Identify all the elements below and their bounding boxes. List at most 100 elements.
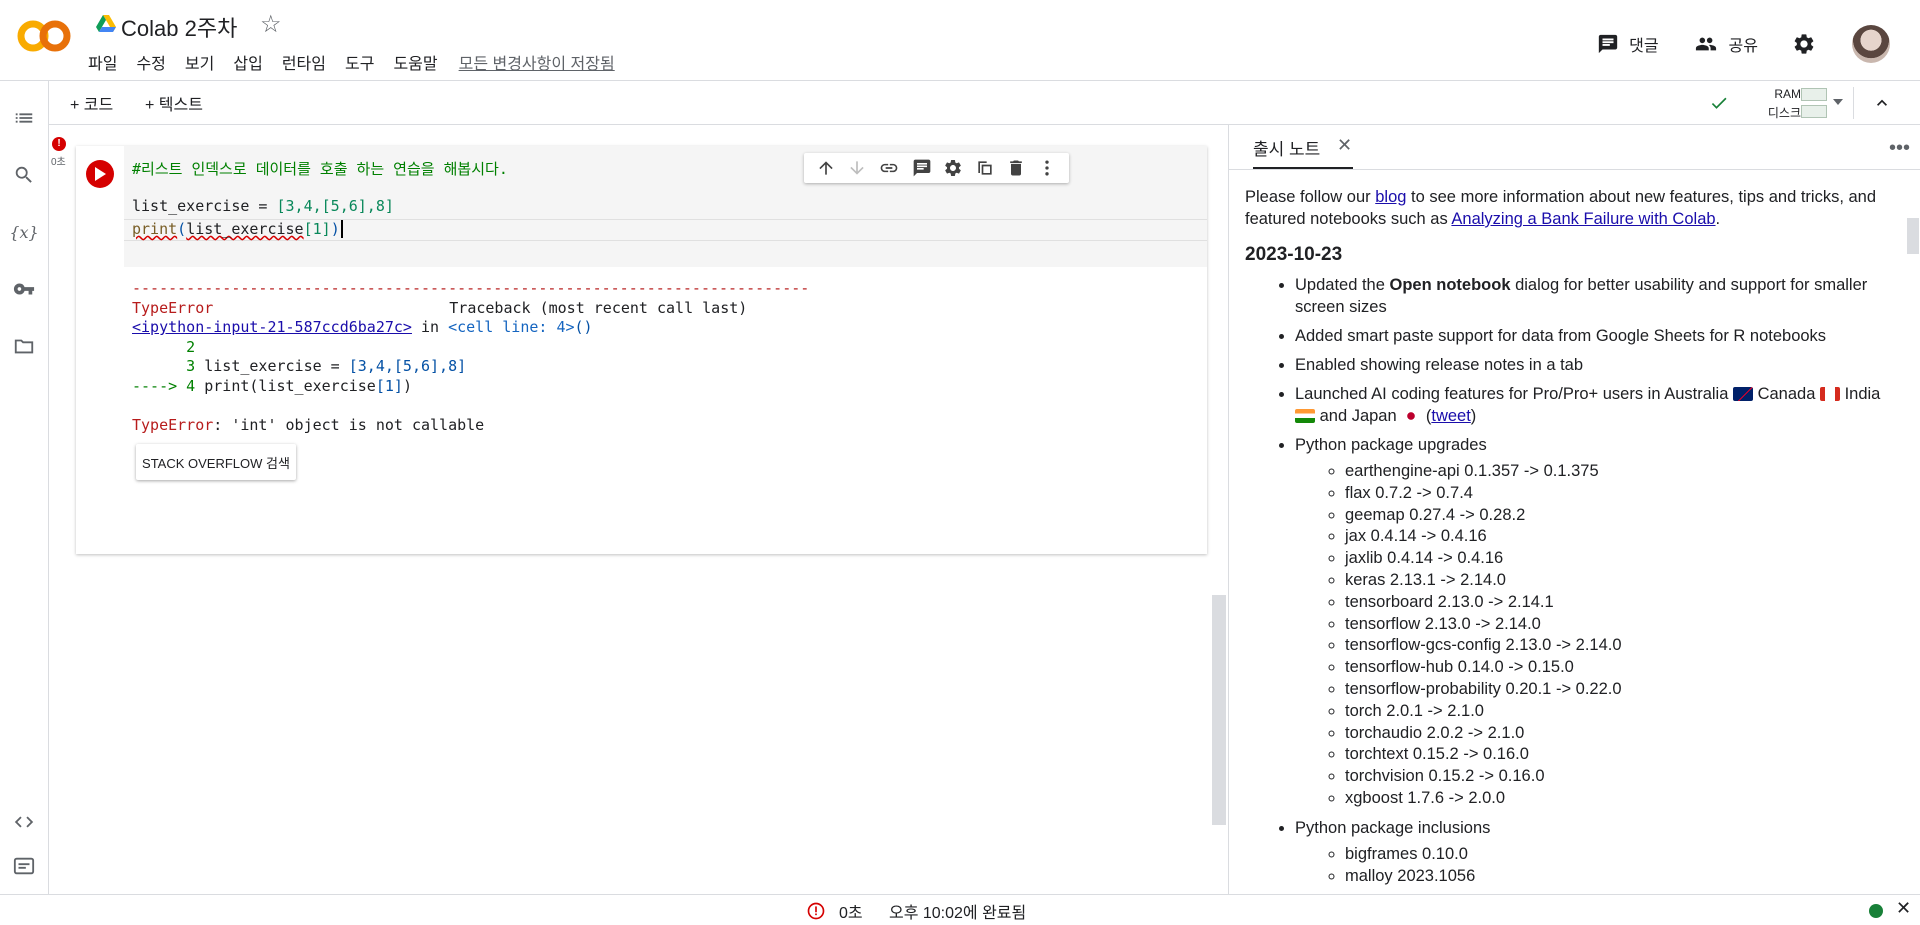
code-var: list_exercise =: [132, 197, 277, 215]
comment-label: 댓글: [1629, 38, 1659, 55]
arrow-down-icon[interactable]: [847, 158, 867, 178]
close-icon[interactable]: ✕: [1337, 135, 1352, 156]
saved-status-link[interactable]: 모든 변경사항이 저장됨: [459, 50, 615, 74]
code-snippets-icon[interactable]: [12, 810, 36, 834]
cell-output: ----------------------------------------…: [124, 267, 1207, 554]
table-of-contents-icon[interactable]: [12, 106, 36, 130]
left-sidebar: {x}: [0, 81, 49, 894]
add-text-button[interactable]: + 텍스트: [145, 91, 203, 115]
release-items: Updated the Open notebook dialog for bet…: [1245, 274, 1885, 887]
code-line-3: print(list_exercise[1]): [132, 220, 343, 238]
output-tb-l4-idx: [1]: [375, 377, 403, 395]
key-icon[interactable]: [12, 277, 36, 301]
delete-icon[interactable]: [1006, 158, 1026, 178]
tweet-link[interactable]: tweet: [1431, 407, 1470, 425]
output-tb-l3-val: [3,4,[5,6],8]: [348, 357, 467, 375]
resource-monitor[interactable]: RAM 디스크: [1749, 85, 1829, 121]
output-tb-line-4: ----> 4 print(list_exercise[1]): [132, 377, 412, 395]
menu-edit[interactable]: 수정: [136, 50, 165, 74]
chevron-up-icon[interactable]: [1872, 93, 1892, 113]
code-cell[interactable]: #리스트 인덱스로 데이터를 호출 하는 연습을 해봅시다. list_exer…: [76, 146, 1242, 554]
settings-button[interactable]: [1792, 32, 1826, 56]
release-notes-content: Please follow our blog to see more infor…: [1245, 186, 1885, 894]
share-label: 공유: [1728, 38, 1758, 55]
people-icon: [1695, 37, 1716, 51]
variables-icon[interactable]: {x}: [9, 220, 38, 244]
toolbar-divider: [1853, 87, 1854, 119]
terminal-icon[interactable]: [12, 854, 36, 878]
search-icon[interactable]: [12, 163, 36, 187]
share-button[interactable]: 공유: [1693, 32, 1758, 56]
output-tb-line-3: 3 list_exercise = [3,4,[5,6],8]: [132, 357, 466, 375]
notebook-scrollbar[interactable]: [1212, 595, 1226, 825]
menu-file[interactable]: 파일: [88, 50, 117, 74]
comment-icon[interactable]: [912, 158, 932, 178]
list-item: tensorboard 2.13.0 -> 2.14.1: [1345, 592, 1885, 614]
more-vert-icon[interactable]: [1037, 158, 1057, 178]
list-item: keras 2.13.1 -> 2.14.0: [1345, 570, 1885, 592]
panel-scrollbar[interactable]: [1907, 218, 1919, 254]
notebook-title[interactable]: Colab 2주차: [121, 11, 237, 43]
close-icon[interactable]: ✕: [1896, 898, 1911, 919]
colab-logo[interactable]: [16, 18, 72, 54]
blog-link[interactable]: blog: [1375, 188, 1406, 206]
ram-bar: [1801, 88, 1827, 101]
comment-button[interactable]: 댓글: [1597, 32, 1659, 56]
more-horiz-icon[interactable]: •••: [1889, 137, 1910, 160]
star-icon[interactable]: ☆: [260, 10, 282, 39]
error-indicator: !: [52, 137, 66, 151]
gear-icon[interactable]: [943, 158, 963, 178]
list-item: xgboost 1.7.6 -> 2.0.0: [1345, 788, 1885, 810]
output-final-msg: : 'int' object is not callable: [213, 416, 485, 434]
code-fn-print: print: [132, 220, 178, 238]
link-icon[interactable]: [878, 158, 900, 178]
comment-icon: [1598, 34, 1618, 54]
run-cell-button[interactable]: [86, 160, 114, 188]
release-notes-body: Please follow our blog to see more infor…: [1229, 169, 1920, 894]
status-bar: 0초 오후 10:02에 완료됨 ✕: [0, 894, 1920, 925]
menu-insert[interactable]: 삽입: [233, 50, 262, 74]
output-tb-l3-num: 3: [132, 357, 205, 375]
output-tb-l4-close: ): [402, 377, 412, 395]
bank-failure-link[interactable]: Analyzing a Bank Failure with Colab: [1451, 210, 1715, 228]
ram-label: RAM: [1774, 87, 1801, 101]
output-cell-line-parens: (): [574, 318, 593, 336]
google-drive-icon[interactable]: [96, 15, 116, 33]
chevron-down-icon[interactable]: [1831, 97, 1845, 107]
status-completed: 오후 10:02에 완료됨: [889, 905, 1027, 922]
avatar[interactable]: [1852, 25, 1890, 63]
release-notes-panel: 출시 노트 ✕ ••• Please follow our blog to se…: [1228, 125, 1920, 894]
code-line-1: #리스트 인덱스로 데이터를 호출 하는 연습을 해봅시다.: [132, 160, 508, 178]
error-circle-icon: [807, 902, 825, 920]
folder-icon[interactable]: [12, 334, 36, 358]
menu-runtime[interactable]: 런타임: [282, 50, 326, 74]
inclusions-list: bigframes 0.10.0 malloy 2023.1056: [1295, 844, 1885, 888]
notebook-toolbar: + 코드 + 텍스트 RAM 디스크: [49, 81, 1920, 125]
app-header: Colab 2주차 ☆ 파일 수정 보기 삽입 런타임 도구 도움말 모든 변경…: [0, 0, 1920, 81]
intro-text-1: Please follow our: [1245, 188, 1376, 206]
add-code-button[interactable]: + 코드: [70, 91, 113, 115]
output-error-header: TypeError Traceback (most recent call las…: [132, 299, 747, 317]
disk-label: 디스크: [1767, 106, 1801, 120]
item5-text: Python package upgrades: [1295, 436, 1487, 454]
stack-overflow-search-button[interactable]: STACK OVERFLOW 검색: [136, 444, 296, 480]
list-item: jax 0.4.14 -> 0.4.16: [1345, 526, 1885, 548]
arrow-up-icon[interactable]: [816, 158, 836, 178]
menu-help[interactable]: 도움말: [393, 50, 437, 74]
list-item: malloy 2023.1056: [1345, 866, 1885, 888]
list-item: tensorflow-gcs-config 2.13.0 -> 2.14.0: [1345, 635, 1885, 657]
connection-status-dot: [1869, 904, 1883, 918]
output-input-link[interactable]: <ipython-input-21-587ccd6ba27c>: [132, 318, 412, 336]
australia-flag-icon: [1732, 387, 1753, 401]
menu-view[interactable]: 보기: [185, 50, 214, 74]
intro-paragraph: Please follow our blog to see more infor…: [1245, 186, 1885, 230]
list-item: Python package upgrades earthengine-api …: [1295, 434, 1885, 810]
output-error-type: TypeError: [132, 299, 214, 317]
item1-text-a: Updated the: [1295, 276, 1390, 294]
list-item: tensorflow-hub 0.14.0 -> 0.15.0: [1345, 657, 1885, 679]
list-item: torch 2.0.1 -> 2.1.0: [1345, 701, 1885, 723]
list-item: Added smart paste support for data from …: [1295, 325, 1885, 347]
menu-tools[interactable]: 도구: [345, 50, 374, 74]
item6-text: Python package inclusions: [1295, 818, 1491, 837]
mirror-cell-icon[interactable]: [975, 158, 995, 178]
